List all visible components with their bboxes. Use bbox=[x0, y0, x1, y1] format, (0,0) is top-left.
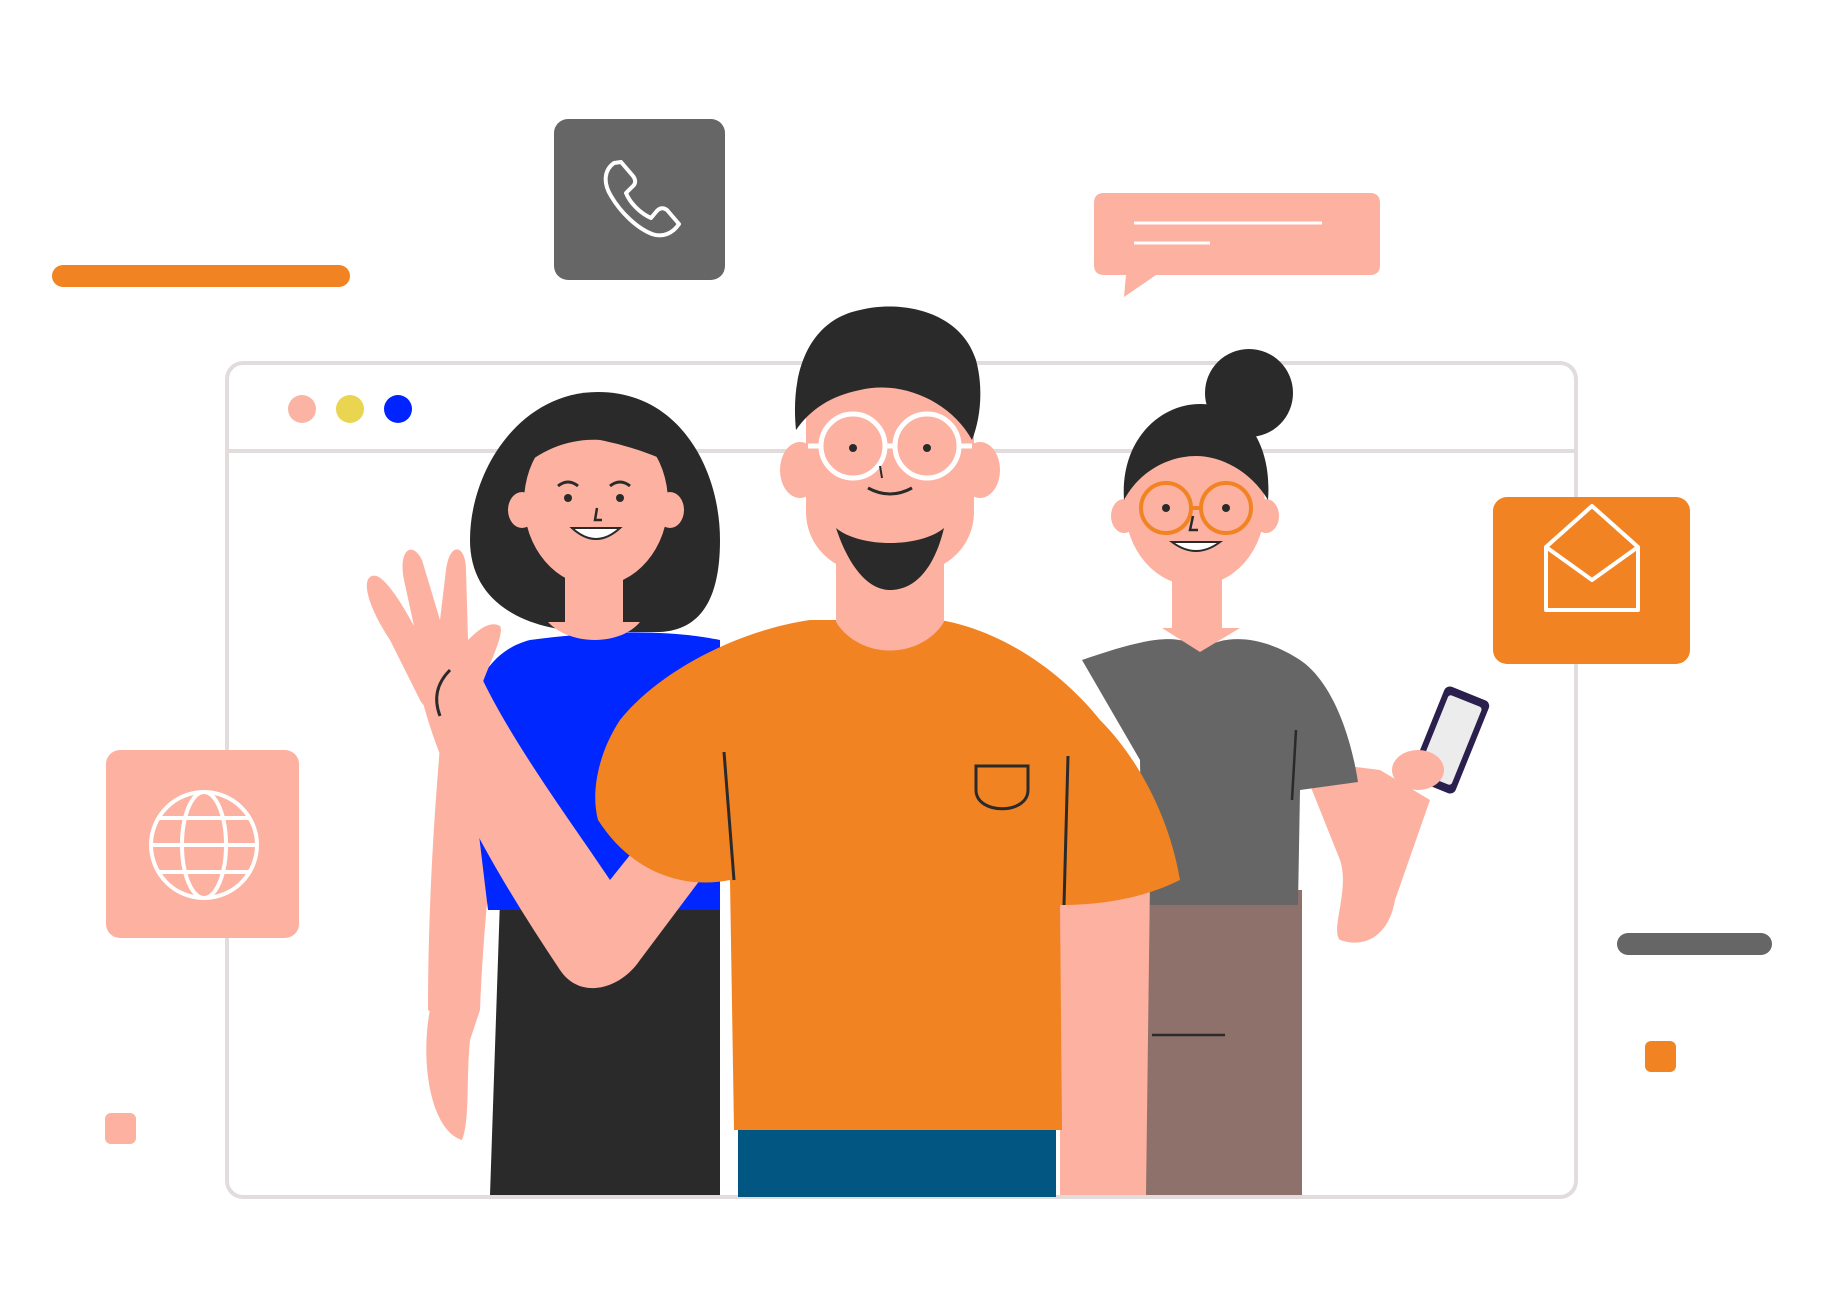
mail-tile bbox=[1493, 497, 1690, 664]
orange-deco-bar bbox=[52, 265, 350, 287]
orange-deco-square bbox=[1645, 1041, 1676, 1072]
peach-deco-square bbox=[105, 1113, 136, 1144]
phone-tile bbox=[554, 119, 725, 280]
window-dot-blue bbox=[384, 395, 412, 423]
grey-deco-bar bbox=[1617, 933, 1772, 955]
window-dot-yellow bbox=[336, 395, 364, 423]
team-illustration bbox=[52, 119, 1772, 1199]
globe-tile bbox=[106, 750, 299, 938]
chat-bubble-icon bbox=[1094, 193, 1380, 297]
window-dot-peach bbox=[288, 395, 316, 423]
